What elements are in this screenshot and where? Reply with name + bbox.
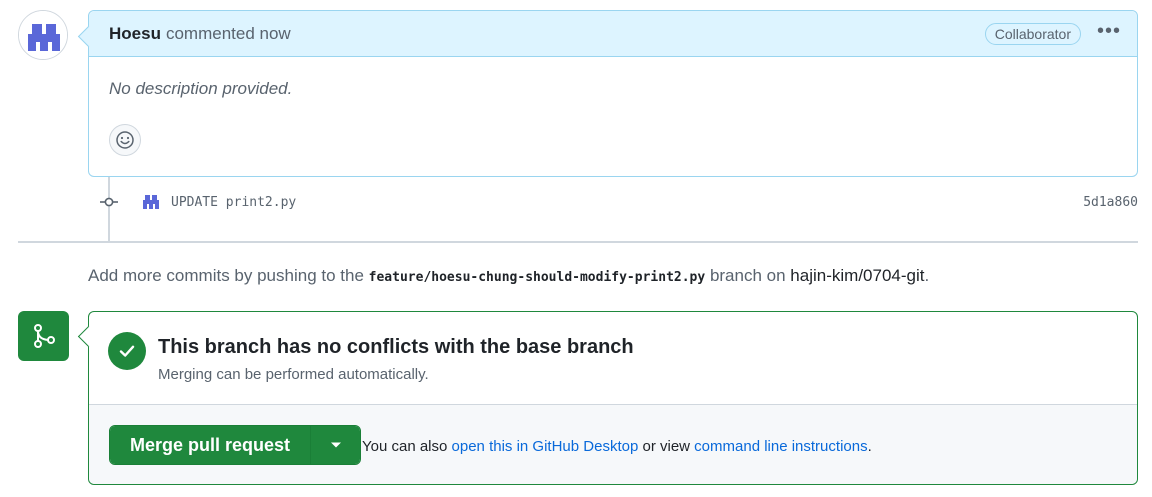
timeline-divider (18, 241, 1138, 243)
git-commit-icon (100, 194, 118, 210)
commit-sha[interactable]: 5d1a860 (1083, 195, 1138, 210)
comment-body: No description provided. (109, 79, 293, 98)
merge-alt-middle: or view (642, 438, 690, 455)
commit-row: UPDATE print2.py 5d1a860 (140, 190, 1138, 214)
merge-status: This branch has no conflicts with the ba… (89, 312, 1137, 405)
commit-message[interactable]: UPDATE print2.py (171, 195, 296, 210)
pr-comment: Hoesu commented now Collaborator ••• No … (88, 10, 1138, 177)
comment-timestamp: commented now (165, 23, 291, 43)
repo-link[interactable]: hajin-kim/0704-git (790, 266, 924, 285)
check-icon (108, 332, 146, 370)
merge-status-subtitle: Merging can be performed automatically. (158, 366, 429, 383)
merge-pull-request-button[interactable]: Merge pull request (110, 426, 311, 464)
merge-alt-suffix: . (867, 438, 872, 455)
branch-name: feature/hoesu-chung-should-modify-print2… (368, 270, 706, 285)
kebab-horizontal-icon[interactable]: ••• (1093, 21, 1125, 47)
comment-author[interactable]: Hoesu (109, 24, 161, 44)
author-avatar[interactable] (18, 10, 68, 60)
merge-actions: Merge pull request You can also open thi… (89, 405, 1137, 484)
command-line-instructions-link[interactable]: command line instructions (694, 438, 867, 455)
comment-header: Hoesu commented now Collaborator ••• (89, 11, 1137, 57)
merge-alt-prefix: You can also (362, 438, 448, 455)
merge-alternatives: You can also open this in GitHub Desktop… (362, 438, 872, 455)
push-hint-suffix: . (924, 266, 930, 285)
commit-author-avatar[interactable] (140, 191, 162, 213)
push-hint-prefix: Add more commits by pushing to the (88, 266, 364, 285)
merge-status-box: This branch has no conflicts with the ba… (88, 311, 1138, 485)
merge-button-group: Merge pull request (109, 425, 362, 465)
push-hint: Add more commits by pushing to the featu… (88, 266, 929, 286)
smiley-icon[interactable] (109, 124, 141, 156)
triangle-down-icon[interactable] (310, 426, 361, 464)
merge-status-title: This branch has no conflicts with the ba… (158, 336, 634, 358)
github-desktop-link[interactable]: open this in GitHub Desktop (452, 438, 639, 455)
push-hint-middle: branch on (709, 266, 786, 285)
collaborator-badge: Collaborator (984, 22, 1081, 45)
git-merge-icon (18, 311, 69, 361)
